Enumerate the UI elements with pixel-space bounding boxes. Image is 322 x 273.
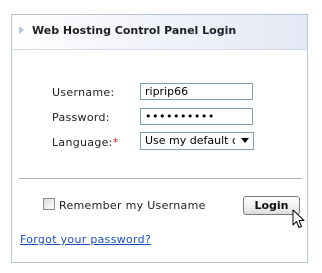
language-label-text: Language:	[52, 136, 113, 149]
panel-header: Web Hosting Control Panel Login	[12, 15, 307, 50]
chevron-down-icon[interactable]	[241, 138, 249, 143]
divider	[19, 178, 302, 179]
username-input[interactable]	[140, 83, 253, 100]
header-arrow-icon	[19, 26, 24, 34]
password-label: Password:	[52, 111, 110, 124]
language-label: Language:*	[52, 136, 119, 149]
required-marker: *	[112, 136, 119, 149]
mouse-pointer-icon	[292, 209, 305, 228]
panel-title: Web Hosting Control Panel Login	[32, 24, 237, 37]
remember-username-checkbox[interactable]	[43, 198, 55, 210]
remember-username-label[interactable]: Remember my Username	[59, 199, 206, 212]
language-select[interactable]: Use my default c	[140, 132, 254, 150]
username-label: Username:	[52, 86, 115, 99]
password-input[interactable]	[140, 108, 253, 125]
language-select-value: Use my default c	[145, 134, 235, 147]
login-panel: Web Hosting Control Panel Login Username…	[11, 14, 308, 263]
forgot-password-link[interactable]: Forgot your password?	[20, 233, 151, 246]
